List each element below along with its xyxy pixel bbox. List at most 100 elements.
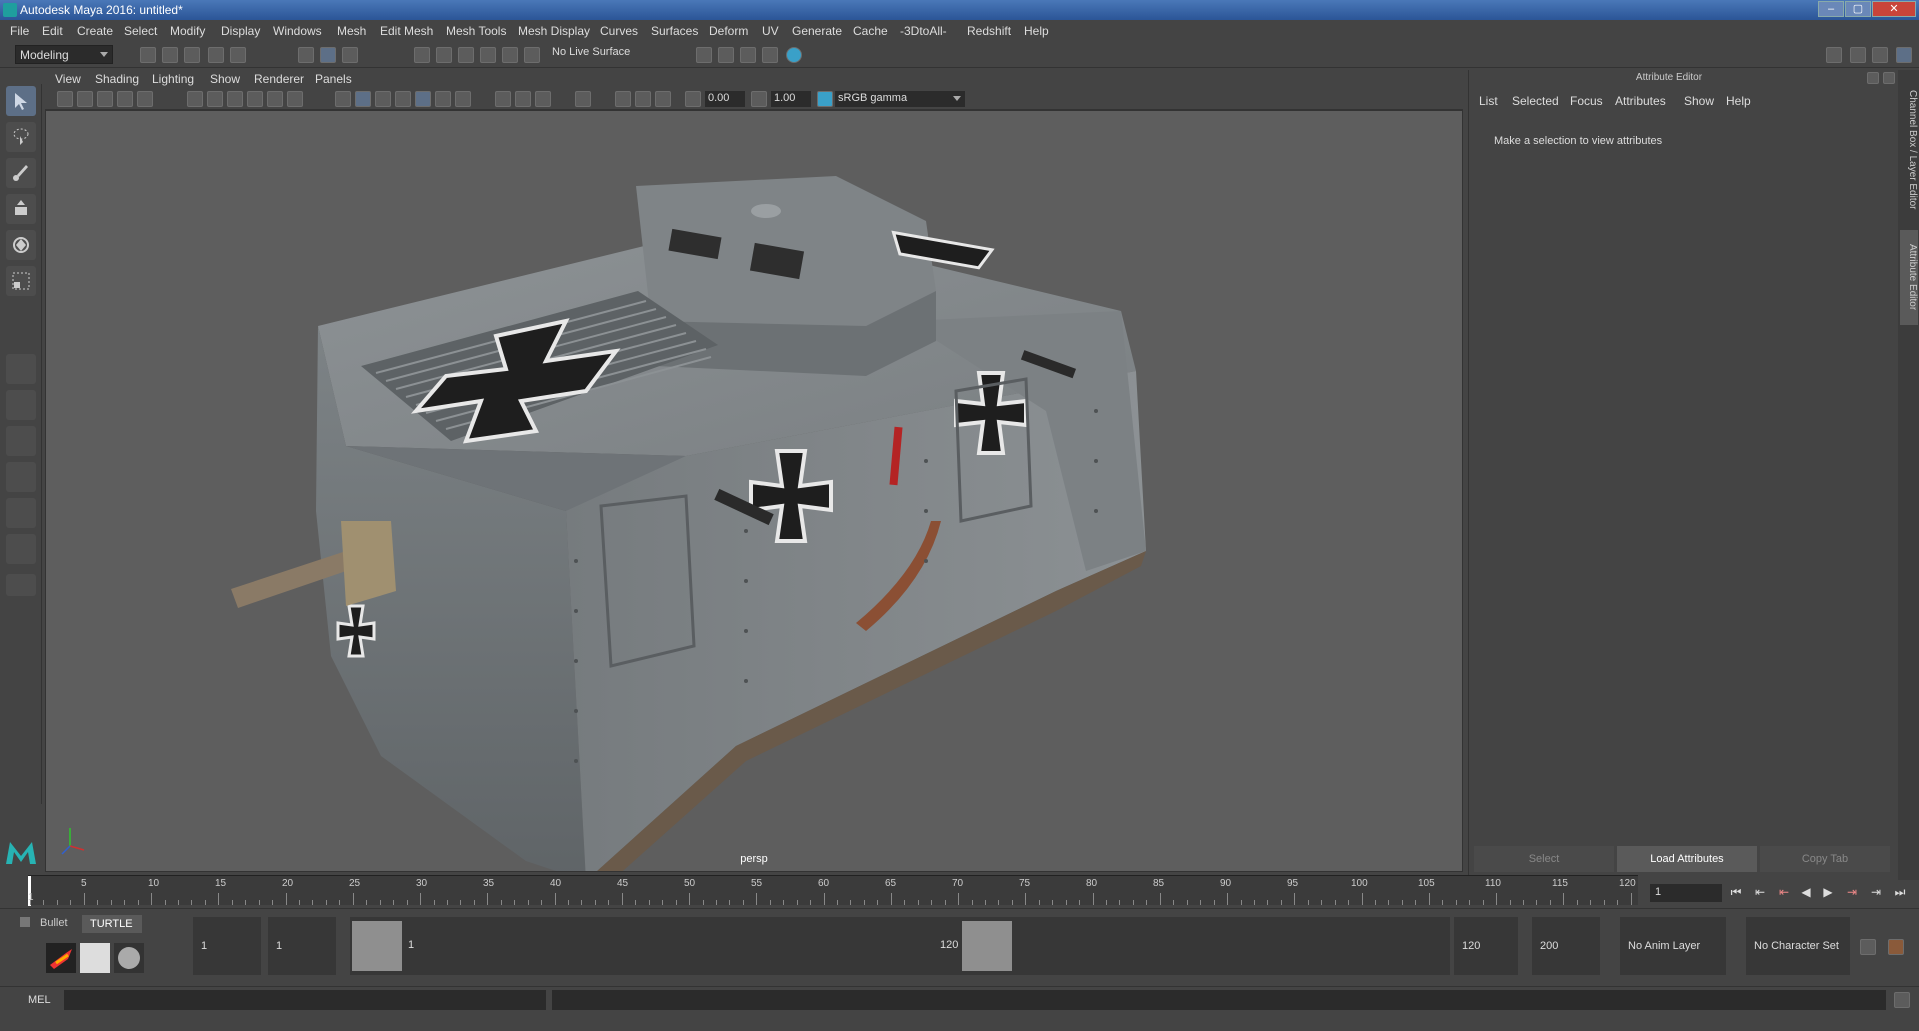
animation-end-field[interactable]: 200 xyxy=(1532,917,1600,975)
snap-vertex-icon[interactable] xyxy=(524,47,540,63)
isolate-select-icon[interactable] xyxy=(575,91,591,107)
attribute-editor-tab[interactable]: Attribute Editor xyxy=(1900,230,1918,325)
select-button[interactable]: Select xyxy=(1474,846,1614,872)
menu-generate[interactable]: Generate xyxy=(792,24,842,38)
playback-range-slider[interactable]: 1 120 xyxy=(350,917,1450,975)
field-chart-icon[interactable] xyxy=(247,91,263,107)
mel-input[interactable] xyxy=(64,990,546,1010)
turtle-bake-icon[interactable] xyxy=(114,943,144,973)
hypershade-icon[interactable] xyxy=(786,47,802,63)
menu-create[interactable]: Create xyxy=(77,24,113,38)
new-scene-icon[interactable] xyxy=(140,47,156,63)
current-frame-field[interactable]: 1 xyxy=(1650,884,1722,902)
menu-curves[interactable]: Curves xyxy=(600,24,638,38)
resolution-gate-icon[interactable] xyxy=(207,91,223,107)
menu-windows[interactable]: Windows xyxy=(273,24,322,38)
channel-box-tab[interactable]: Channel Box / Layer Editor xyxy=(1900,80,1918,220)
save-scene-icon[interactable] xyxy=(184,47,200,63)
render-view-icon[interactable] xyxy=(696,47,712,63)
menu-cache[interactable]: Cache xyxy=(853,24,888,38)
menu-mesh-tools[interactable]: Mesh Tools xyxy=(446,24,506,38)
panel-menu-show[interactable]: Show xyxy=(210,72,240,86)
grid-icon[interactable] xyxy=(137,91,153,107)
step-back-key-icon[interactable]: ⇤ xyxy=(1752,884,1768,900)
shelf-tab-turtle[interactable]: TURTLE xyxy=(82,915,142,933)
viewport-persp[interactable]: persp xyxy=(45,110,1463,872)
live-surface-label[interactable]: No Live Surface xyxy=(552,46,630,58)
panel-menu-shading[interactable]: Shading xyxy=(95,72,139,86)
modeling-toolkit-icon[interactable] xyxy=(1826,47,1842,63)
menu-3dtoall[interactable]: -3DtoAll- xyxy=(900,24,947,38)
xray-components-icon[interactable] xyxy=(655,91,671,107)
range-end-handle[interactable] xyxy=(962,921,1012,971)
menu-edit[interactable]: Edit xyxy=(42,24,63,38)
auto-key-icon[interactable] xyxy=(1860,939,1876,955)
attr-menu-help[interactable]: Help xyxy=(1726,94,1751,108)
open-scene-icon[interactable] xyxy=(162,47,178,63)
playback-end-field[interactable]: 120 xyxy=(1454,917,1518,975)
attr-menu-selected[interactable]: Selected xyxy=(1512,94,1559,108)
redo-icon[interactable] xyxy=(230,47,246,63)
exposure-icon[interactable] xyxy=(685,91,701,107)
safe-title-icon[interactable] xyxy=(287,91,303,107)
persp-graph-outliner-layout-button[interactable] xyxy=(6,534,36,564)
gamma-field[interactable]: 1.00 xyxy=(771,91,811,107)
mode-dropdown[interactable]: Modeling xyxy=(15,45,113,64)
menu-redshift[interactable]: Redshift xyxy=(967,24,1011,38)
ipr-render-icon[interactable] xyxy=(740,47,756,63)
select-tool-button[interactable] xyxy=(6,86,36,116)
single-perspective-layout-button[interactable] xyxy=(6,354,36,384)
menu-select[interactable]: Select xyxy=(124,24,157,38)
play-forward-icon[interactable]: ▶ xyxy=(1820,884,1836,900)
anti-aliasing-icon[interactable] xyxy=(535,91,551,107)
menu-help[interactable]: Help xyxy=(1024,24,1049,38)
menu-edit-mesh[interactable]: Edit Mesh xyxy=(380,24,433,38)
render-settings-icon[interactable] xyxy=(762,47,778,63)
close-button[interactable]: ✕ xyxy=(1872,1,1916,17)
attr-menu-attributes[interactable]: Attributes xyxy=(1615,94,1666,108)
menu-deform[interactable]: Deform xyxy=(709,24,748,38)
film-gate-icon[interactable] xyxy=(187,91,203,107)
persp-outliner-layout-button[interactable] xyxy=(6,426,36,456)
rotate-tool-button[interactable] xyxy=(6,230,36,260)
snap-surface-icon[interactable] xyxy=(502,47,518,63)
bookmark-icon[interactable] xyxy=(97,91,113,107)
attr-menu-list[interactable]: List xyxy=(1479,94,1498,108)
view-transform-dropdown[interactable]: sRGB gamma xyxy=(835,91,965,107)
panel-menu-lighting[interactable]: Lighting xyxy=(152,72,194,86)
attr-menu-show[interactable]: Show xyxy=(1684,94,1714,108)
screen-space-ao-icon[interactable] xyxy=(495,91,511,107)
snap-view-icon[interactable] xyxy=(480,47,496,63)
select-hierarchy-icon[interactable] xyxy=(298,47,314,63)
xray-icon[interactable] xyxy=(615,91,631,107)
shelf-menu-icon[interactable] xyxy=(20,917,30,927)
go-to-start-icon[interactable]: ⏮ xyxy=(1728,884,1744,900)
script-editor-icon[interactable] xyxy=(1894,992,1910,1008)
shadows-icon[interactable] xyxy=(455,91,471,107)
panel-menu-panels[interactable]: Panels xyxy=(315,72,352,86)
select-component-icon[interactable] xyxy=(342,47,358,63)
shelf-tab-bullet[interactable]: Bullet xyxy=(40,917,68,929)
snap-curve-icon[interactable] xyxy=(436,47,452,63)
textured-icon[interactable] xyxy=(415,91,431,107)
minimize-button[interactable]: – xyxy=(1818,1,1844,17)
wireframe-icon[interactable] xyxy=(335,91,351,107)
attr-menu-focus[interactable]: Focus xyxy=(1570,94,1603,108)
render-frame-icon[interactable] xyxy=(718,47,734,63)
persp-graph-layout-button[interactable] xyxy=(6,462,36,492)
anim-layer-dropdown[interactable]: No Anim Layer xyxy=(1620,917,1726,975)
safe-action-icon[interactable] xyxy=(267,91,283,107)
panel-menu-view[interactable]: View xyxy=(55,72,81,86)
playback-start-field[interactable]: 1 xyxy=(268,917,336,975)
menu-file[interactable]: File xyxy=(10,24,29,38)
tool-settings-icon[interactable] xyxy=(1872,47,1888,63)
channel-box-icon[interactable] xyxy=(1896,47,1912,63)
animation-preferences-icon[interactable] xyxy=(1888,939,1904,955)
range-start-handle[interactable] xyxy=(352,921,402,971)
play-backward-icon[interactable]: ◀ xyxy=(1798,884,1814,900)
motion-blur-icon[interactable] xyxy=(515,91,531,107)
tank-model[interactable] xyxy=(46,111,1463,872)
animation-start-field[interactable]: 1 xyxy=(193,917,261,975)
outliner-toggle-icon[interactable] xyxy=(1850,47,1866,63)
hypershade-layout-button[interactable] xyxy=(6,498,36,528)
